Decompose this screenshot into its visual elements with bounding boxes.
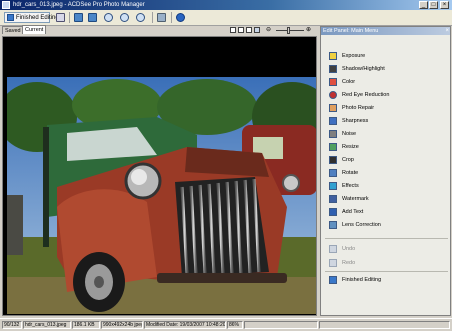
tab-saved[interactable]: Saved — [2, 26, 24, 34]
tool-red-eye-label: Red Eye Reduction — [342, 92, 390, 98]
tool-shadow-highlight-label: Shadow/Highlight — [342, 66, 385, 72]
tab-current[interactable]: Current — [22, 25, 47, 34]
rotate-icon[interactable] — [157, 13, 166, 22]
view-tabs: Saved Current ⊖ ⊕ — [0, 25, 318, 35]
tool-lens-correction[interactable]: Lens Correction — [329, 220, 447, 230]
previous-image-icon[interactable] — [74, 13, 83, 22]
color-icon — [329, 78, 337, 86]
tool-shadow-highlight[interactable]: Shadow/Highlight — [329, 64, 447, 74]
edit-panel: Edit Panel: Main Menu × Exposure Shadow/… — [320, 26, 451, 316]
tool-watermark-label: Watermark — [342, 196, 369, 202]
zoom-out-icon[interactable] — [120, 13, 129, 22]
tool-photo-repair-label: Photo Repair — [342, 105, 375, 111]
next-image-icon[interactable] — [88, 13, 97, 22]
tool-color[interactable]: Color — [329, 77, 447, 87]
undo-icon — [329, 245, 337, 253]
panel-title: Edit Panel: Main Menu × — [321, 27, 450, 35]
maximize-button[interactable]: □ — [429, 1, 438, 9]
image-viewer[interactable] — [2, 36, 317, 316]
status-modified-date: Modified Date: 19/03/2007 10:48:20 — [144, 321, 226, 329]
help-icon[interactable] — [176, 13, 185, 22]
status-panel — [319, 321, 450, 329]
tool-red-eye-reduction[interactable]: Red Eye Reduction — [329, 90, 447, 100]
tool-add-text-label: Add Text — [342, 209, 364, 215]
panel-divider — [325, 238, 448, 239]
lens-correction-icon — [329, 221, 337, 229]
single-view-icon[interactable] — [230, 27, 236, 33]
tool-photo-repair[interactable]: Photo Repair — [329, 103, 447, 113]
status-bar: 90/132 hdr_cars_013.jpeg 186.1 KB 990x49… — [0, 318, 452, 331]
finished-editing-button[interactable]: Finished Editing — [4, 12, 59, 23]
tool-redo[interactable]: Redo — [329, 258, 447, 268]
zoom-plus-icon[interactable]: ⊕ — [306, 26, 311, 34]
red-eye-icon — [329, 91, 337, 99]
rotate-tool-icon — [329, 169, 337, 177]
minimize-button[interactable]: _ — [419, 1, 428, 9]
zoom-slider-thumb[interactable] — [287, 27, 290, 34]
save-icon[interactable] — [56, 13, 65, 22]
tool-noise[interactable]: Noise — [329, 129, 447, 139]
tool-effects-label: Effects — [342, 183, 359, 189]
tool-rotate[interactable]: Rotate — [329, 168, 447, 178]
close-button[interactable]: × — [440, 1, 449, 9]
resize-icon — [329, 143, 337, 151]
zoom-in-icon[interactable] — [104, 13, 113, 22]
panel-finished-editing[interactable]: Finished Editing — [329, 275, 447, 285]
zoom-fit-icon[interactable] — [136, 13, 145, 22]
tool-exposure[interactable]: Exposure — [329, 51, 447, 61]
watermark-icon — [329, 195, 337, 203]
tool-resize[interactable]: Resize — [329, 142, 447, 152]
crop-icon — [329, 156, 337, 164]
finished-editing-icon — [329, 276, 337, 284]
status-dimensions: 990x492x24b jpeg — [101, 321, 143, 329]
photo-old-truck — [7, 77, 316, 314]
tool-rotate-label: Rotate — [342, 170, 359, 176]
tool-noise-label: Noise — [342, 131, 357, 137]
compare-view-icon[interactable] — [246, 27, 252, 33]
status-zoom: 86% — [227, 321, 243, 329]
zoom-slider-track[interactable] — [276, 30, 304, 31]
photo-repair-icon — [329, 104, 337, 112]
finished-editing-icon — [7, 14, 14, 21]
panel-title-text: Edit Panel: Main Menu — [323, 28, 379, 34]
split-view-icon[interactable] — [238, 27, 244, 33]
app-window: hdr_cars_013.jpeg - ACDSee Pro Photo Man… — [0, 0, 452, 331]
tool-sharpness-label: Sharpness — [342, 118, 369, 124]
tool-undo[interactable]: Undo — [329, 244, 447, 254]
zoom-minus-icon[interactable]: ⊖ — [266, 26, 271, 34]
status-blank — [244, 321, 318, 329]
effects-icon — [329, 182, 337, 190]
window-title: hdr_cars_013.jpeg - ACDSee Pro Photo Man… — [13, 2, 145, 8]
tool-crop-label: Crop — [342, 157, 354, 163]
exposure-icon — [329, 52, 337, 60]
tool-exposure-label: Exposure — [342, 53, 366, 59]
tool-lens-correction-label: Lens Correction — [342, 222, 381, 228]
shadow-highlight-icon — [329, 65, 337, 73]
toolbar: Finished Editing — [0, 10, 452, 26]
tool-undo-label: Undo — [342, 246, 356, 252]
status-filesize: 186.1 KB — [72, 321, 100, 329]
sharpness-icon — [329, 117, 337, 125]
redo-icon — [329, 259, 337, 267]
tool-add-text[interactable]: Add Text — [329, 207, 447, 217]
fit-view-icon[interactable] — [254, 27, 260, 33]
finished-editing-label: Finished Editing — [16, 15, 59, 21]
tool-redo-label: Redo — [342, 260, 356, 266]
panel-finished-editing-label: Finished Editing — [342, 277, 382, 283]
noise-icon — [329, 130, 337, 138]
status-filename: hdr_cars_013.jpeg — [23, 321, 71, 329]
add-text-icon — [329, 208, 337, 216]
app-icon — [2, 1, 10, 9]
status-index: 90/132 — [2, 321, 22, 329]
tool-effects[interactable]: Effects — [329, 181, 447, 191]
tool-watermark[interactable]: Watermark — [329, 194, 447, 204]
panel-divider — [325, 271, 448, 272]
panel-close-icon[interactable]: × — [445, 27, 449, 35]
tool-crop[interactable]: Crop — [329, 155, 447, 165]
title-bar: hdr_cars_013.jpeg - ACDSee Pro Photo Man… — [0, 0, 452, 10]
tool-color-label: Color — [342, 79, 356, 85]
tool-resize-label: Resize — [342, 144, 359, 150]
tool-sharpness[interactable]: Sharpness — [329, 116, 447, 126]
